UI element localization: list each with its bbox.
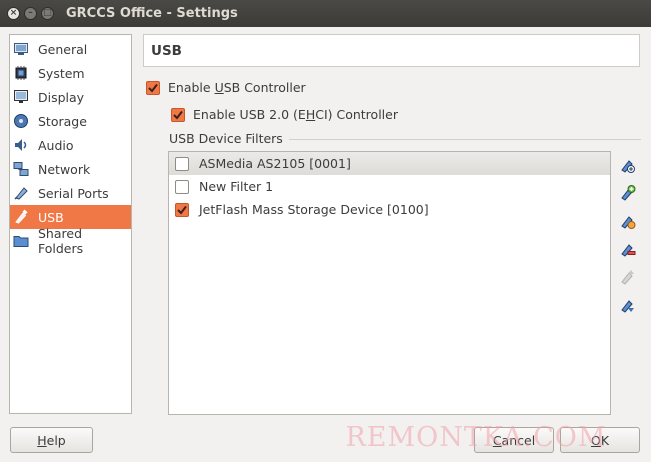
sidebar-item-label: Network [38,161,91,177]
check-icon [173,110,183,120]
remove-filter-icon [621,244,636,257]
speaker-icon [13,137,29,153]
label-part: SB Controller [223,80,306,95]
general-icon [13,41,29,57]
enable-ehci-label: Enable USB 2.0 (EHCI) Controller [193,107,398,122]
filter-label: JetFlash Mass Storage Device [0100] [199,202,429,217]
maximize-icon: □ [43,8,52,18]
filter-toolbar [618,155,638,323]
remove-filter-button[interactable] [618,239,638,259]
move-down-icon [621,300,634,313]
usb-filters-list[interactable]: ASMedia AS2105 [0001] New Filter 1 JetFl… [168,151,611,415]
monitor-icon [13,89,29,105]
sidebar-item-display[interactable]: Display [10,85,131,109]
sidebar-item-label: Storage [38,113,87,129]
button-label: K [600,432,610,448]
window-controls: × – □ [7,7,54,20]
network-icon [13,161,29,177]
label-part: Enable [168,80,215,95]
sidebar-item-audio[interactable]: Audio [10,133,131,157]
sidebar-item-shared-folders[interactable]: Shared Folders [10,226,131,256]
button-label: elp [46,432,66,448]
filter-checkbox[interactable] [175,179,189,194]
sidebar-item-serial-ports[interactable]: Serial Ports [10,181,131,205]
list-item[interactable]: JetFlash Mass Storage Device [0100] [169,198,610,221]
sidebar-item-label: Serial Ports [38,185,109,201]
button-label: ancel [501,432,536,448]
close-window-button[interactable]: × [7,7,20,20]
add-from-device-button[interactable] [618,183,638,203]
sidebar-item-label: Audio [38,137,74,153]
folder-icon [13,233,29,249]
label-part: CI) Controller [315,107,398,122]
cancel-button[interactable]: Cancel [474,427,554,453]
add-from-device-icon [621,185,636,201]
enable-ehci-controller-checkbox[interactable]: Enable USB 2.0 (EHCI) Controller [171,107,398,122]
edit-filter-icon [621,216,636,229]
sidebar-item-label: Display [38,89,85,105]
close-icon: × [9,8,18,18]
group-title: USB Device Filters [169,131,283,146]
mnemonic-letter: O [590,432,601,448]
window-title: GRCCS Office - Settings [66,6,238,21]
disk-icon [13,113,29,129]
enable-usb-controller-checkbox[interactable]: Enable USB Controller [146,80,306,95]
sidebar-item-label: Shared Folders [38,226,84,256]
usb-device-filters-group: USB Device Filters [169,131,641,146]
usb-icon [13,209,29,225]
mnemonic-letter: H [305,107,316,122]
serial-icon [13,185,29,201]
ok-button[interactable]: OK [560,427,640,453]
move-up-button[interactable] [618,267,638,287]
check-icon [148,83,158,93]
checkbox-box[interactable] [146,80,160,95]
mnemonic-letter: C [492,432,502,448]
edit-filter-button[interactable] [618,211,638,231]
help-button[interactable]: Help [10,427,93,453]
sidebar-item-label: General [38,41,88,57]
check-icon [177,205,187,215]
filter-checkbox[interactable] [175,202,189,217]
move-up-icon [621,270,634,285]
list-item[interactable]: New Filter 1 [169,175,610,198]
minimize-window-button[interactable]: – [24,7,37,20]
filter-label: ASMedia AS2105 [0001] [199,156,351,171]
maximize-window-button[interactable]: □ [41,7,54,20]
settings-sidebar: General System Display Storage Audio Net… [9,34,132,414]
minimize-icon: – [28,8,33,18]
list-item[interactable]: ASMedia AS2105 [0001] [169,152,610,175]
sidebar-item-storage[interactable]: Storage [10,109,131,133]
mnemonic-letter: U [214,80,224,95]
filter-label: New Filter 1 [199,179,274,194]
mnemonic-letter: H [37,432,47,448]
page-title: USB [151,42,182,59]
sidebar-item-label: USB [38,209,64,225]
checkbox-box[interactable] [171,107,185,122]
sidebar-item-system[interactable]: System [10,61,131,85]
add-filter-button[interactable] [618,155,638,175]
page-header: USB [143,34,640,67]
add-filter-icon [621,160,635,173]
title-bar: × – □ GRCCS Office - Settings [0,0,651,27]
enable-usb-label: Enable USB Controller [168,80,306,95]
sidebar-item-general[interactable]: General [10,37,131,61]
move-down-button[interactable] [618,295,638,315]
sidebar-item-network[interactable]: Network [10,157,131,181]
sidebar-item-label: System [38,65,85,81]
divider [288,139,641,140]
label-part: Enable USB 2.0 (E [193,107,306,122]
filter-checkbox[interactable] [175,156,189,171]
chip-icon [13,65,29,81]
